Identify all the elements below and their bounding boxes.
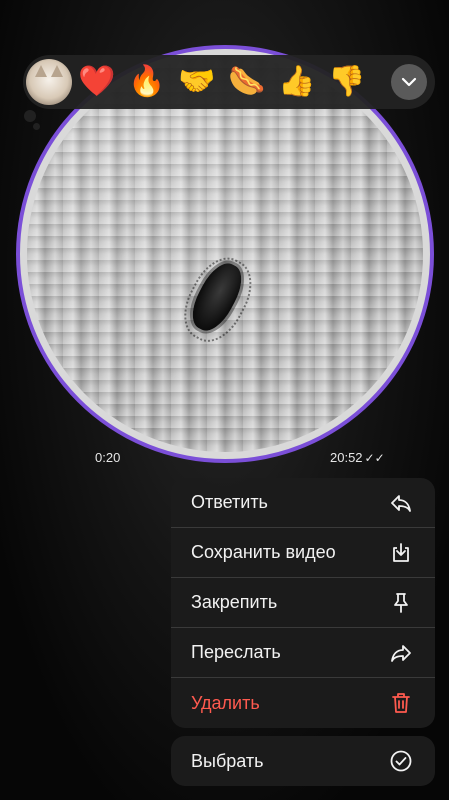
reaction-handshake[interactable]: 🤝 (172, 55, 222, 109)
menu-item-reply[interactable]: Ответить (171, 478, 435, 528)
video-duration: 0:20 (95, 450, 121, 465)
reaction-bubble-tail-small (33, 123, 40, 130)
menu-item-select-label: Выбрать (191, 750, 264, 771)
message-time-text: 20:52 (330, 450, 363, 465)
reply-icon (389, 491, 413, 515)
menu-item-delete-label: Удалить (191, 692, 260, 713)
reaction-fire[interactable]: 🔥 (122, 55, 172, 109)
reaction-thumbs-down[interactable]: 👎 (322, 55, 372, 109)
menu-item-save-video-label: Сохранить видео (191, 542, 336, 562)
check-circle-icon (389, 749, 413, 773)
menu-item-delete[interactable]: Удалить (171, 678, 435, 728)
reaction-hotdog[interactable]: 🌭 (222, 55, 272, 109)
chevron-down-icon (401, 77, 417, 87)
menu-item-forward[interactable]: Переслать (171, 628, 435, 678)
reactions-bar: ❤️ 🔥 🤝 🌭 👍 👎 (23, 55, 435, 109)
pin-icon (389, 591, 413, 615)
menu-item-pin[interactable]: Закрепить (171, 578, 435, 628)
context-menu-select-group: Выбрать (171, 736, 435, 786)
video-subject (184, 256, 250, 338)
menu-item-forward-label: Переслать (191, 642, 281, 662)
menu-item-select[interactable]: Выбрать (171, 736, 435, 786)
context-menu-main-group: Ответить Сохранить видео Закрепить Перес… (171, 478, 435, 728)
sticker-reaction-cat[interactable] (26, 59, 72, 105)
reaction-heart[interactable]: ❤️ (72, 55, 122, 109)
video-message[interactable] (20, 49, 430, 459)
context-menu: Ответить Сохранить видео Закрепить Перес… (171, 478, 435, 786)
reaction-thumbs-up[interactable]: 👍 (272, 55, 322, 109)
trash-icon (389, 691, 413, 715)
download-icon (389, 541, 413, 565)
menu-item-save-video[interactable]: Сохранить видео (171, 528, 435, 578)
menu-item-reply-label: Ответить (191, 492, 268, 512)
read-status-icon: ✓✓ (364, 451, 385, 465)
message-time: 20:52 ✓✓ (330, 450, 385, 465)
expand-reactions-button[interactable] (391, 64, 427, 100)
menu-item-pin-label: Закрепить (191, 592, 278, 612)
reaction-bubble-tail (24, 110, 36, 122)
forward-icon (389, 641, 413, 665)
